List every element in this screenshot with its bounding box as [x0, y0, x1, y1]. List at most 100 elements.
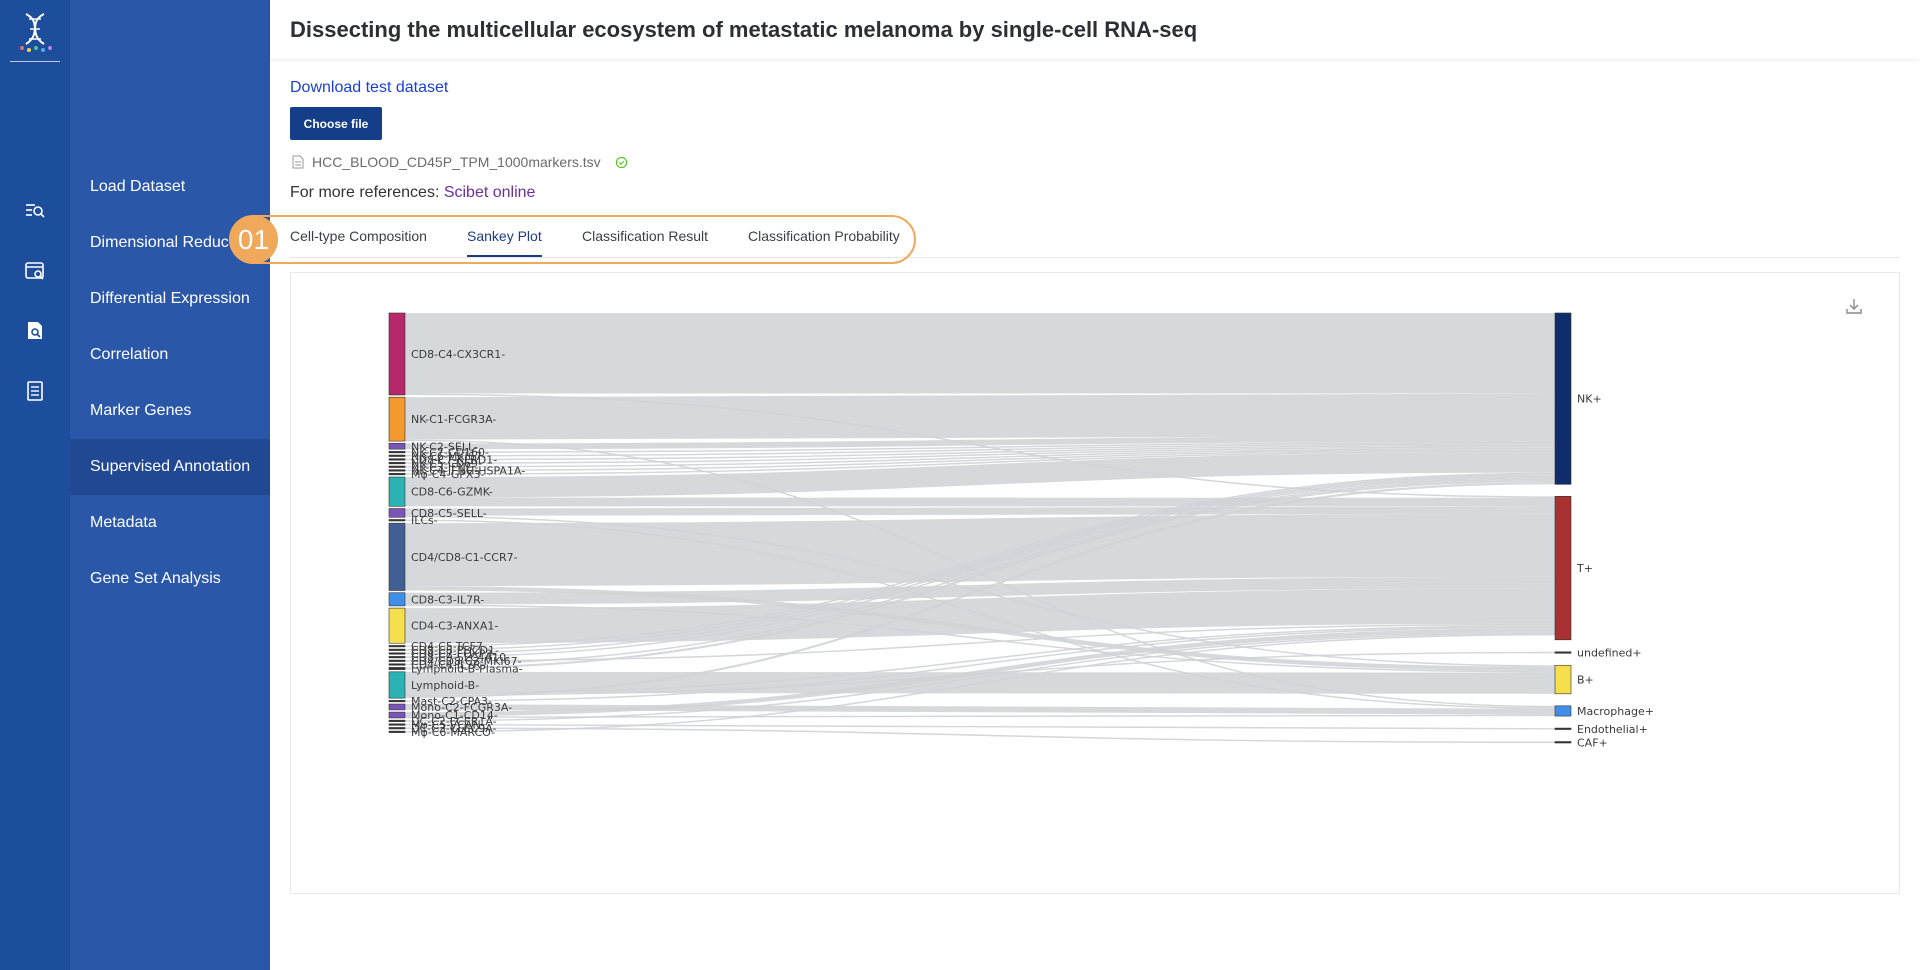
- sankey-node-label-cd8-c4-cx3cr1: CD8-C4-CX3CR1-: [411, 348, 505, 361]
- sankey-link-mono-c1-cd14-to-macrophage: [404, 714, 1556, 718]
- sankey-link-cd4-cd8-c1-ccr7-to-t: [404, 513, 1556, 587]
- sankey-node-cd4-c3-anxa1[interactable]: [388, 607, 406, 644]
- sankey-node-label-b: B+: [1577, 674, 1594, 687]
- search-list-icon[interactable]: [23, 199, 47, 223]
- sankey-node-label-cd4-c3-anxa1: CD4-C3-ANXA1-: [411, 620, 498, 633]
- sankey-node-nk-c6-mki67[interactable]: [388, 454, 406, 457]
- sankey-node-cd8-c7-klrd1[interactable]: [388, 458, 406, 461]
- download-icon[interactable]: [1844, 296, 1864, 316]
- sankey-node-label-caf: CAF+: [1577, 736, 1608, 749]
- sankey-node-label-t: T+: [1576, 562, 1593, 575]
- tab-bar: Cell-type Composition Sankey Plot Classi…: [290, 220, 1900, 258]
- sankey-node-ilcs[interactable]: [388, 519, 406, 522]
- sankey-node-b[interactable]: [1554, 664, 1572, 695]
- sankey-node-nk-c3-ifng[interactable]: [388, 465, 406, 468]
- sankey-node-nk[interactable]: [1554, 312, 1572, 485]
- menu-item-marker-genes[interactable]: Marker Genes: [70, 383, 270, 439]
- sankey-node-label-nk: NK+: [1577, 393, 1602, 406]
- sankey-node-cd4-c5-tcf7[interactable]: [388, 645, 406, 648]
- sankey-node-cd4-cd8-c2-mki67[interactable]: [388, 659, 406, 662]
- sankey-node-dc-c3-clec9a[interactable]: [388, 727, 406, 730]
- tab-sankey-plot[interactable]: Sankey Plot: [467, 228, 542, 244]
- sankey-links: [404, 312, 1556, 744]
- sankey-plot-area: CD8-C4-CX3CR1-NK-C1-FCGR3A-NK-C2-SELL-NK…: [388, 312, 1654, 749]
- sankey-node-label-cd8-c3-il7r: CD8-C3-IL7R-: [411, 593, 484, 606]
- sankey-node-mmf-c4-gpx3[interactable]: [388, 473, 406, 476]
- main-content: Dissecting the multicellular ecosystem o…: [229, 0, 1920, 970]
- tab-classification-probability[interactable]: Classification Probability: [748, 228, 900, 244]
- sankey-link-cd8-c5-sell-to-t: [404, 506, 1556, 516]
- active-tab-indicator: [467, 255, 542, 257]
- sankey-node-cd4-c7-foxp3[interactable]: [388, 652, 406, 655]
- sankey-node-label-lymphoid-b-plasma: Lymphoid-B-Plasma-: [411, 663, 523, 676]
- sankey-target-nodes: NK+ T+ undefined+ B+ Macrophage+ Endothelial+…: [1554, 312, 1654, 749]
- scibet-online-link[interactable]: Scibet online: [444, 184, 536, 201]
- sankey-node-nk-c5-cd69[interactable]: [388, 462, 406, 465]
- sankey-node-label-lymphoid-b: Lymphoid-B-: [411, 679, 479, 692]
- references-line: For more references: Scibet online: [290, 184, 535, 202]
- uploaded-file-name: HCC_BLOOD_CD45P_TPM_1000markers.tsv: [312, 154, 601, 170]
- sankey-node-dc-c2-fcer1a[interactable]: [388, 719, 406, 722]
- sankey-node-caf[interactable]: [1554, 741, 1572, 744]
- references-prefix: For more references:: [290, 184, 444, 201]
- sankey-node-cd8-c4-cx3cr1[interactable]: [388, 312, 406, 396]
- menu-item-correlation[interactable]: Correlation: [70, 327, 270, 383]
- sankey-node-t[interactable]: [1554, 496, 1572, 641]
- sankey-link-cd4-c3-anxa1-to-t: [404, 588, 1556, 644]
- dna-logo-icon[interactable]: [12, 8, 58, 54]
- sankey-chart-card: CD8-C4-CX3CR1- NK-C1-FCGR3A- NK-C2-SELL- NK…: [290, 272, 1900, 894]
- sankey-node-cd4-cd8-c1-ccr7[interactable]: [388, 522, 406, 591]
- menu-item-gene-set-analysis[interactable]: Gene Set Analysis: [70, 551, 270, 607]
- sankey-node-label-cd8-c6-gzmk: CD8-C6-GZMK-: [411, 486, 493, 499]
- sankey-node-cd4-c4-il7r[interactable]: [388, 663, 406, 666]
- document-search-icon[interactable]: [23, 319, 47, 343]
- sankey-node-lymphoid-b-plasma[interactable]: [388, 667, 406, 670]
- page-title: Dissecting the multicellular ecosystem o…: [290, 17, 1198, 42]
- sankey-node-mmf-c6-marco[interactable]: [388, 730, 406, 733]
- sankey-link-dc-c3-clec9a-to-caf: [404, 727, 1556, 744]
- sankey-node-nk-c7-cd160[interactable]: [388, 451, 406, 454]
- menu-item-metadata[interactable]: Metadata: [70, 495, 270, 551]
- menu-item-differential-expression[interactable]: Differential Expression: [70, 271, 270, 327]
- notebook-icon[interactable]: [23, 379, 47, 403]
- choose-file-button[interactable]: Choose file: [290, 107, 382, 140]
- sankey-node-cd8-c6-gzmk[interactable]: [388, 476, 406, 507]
- file-icon: [292, 155, 304, 169]
- sankey-chart: CD8-C4-CX3CR1-NK-C1-FCGR3A-NK-C2-SELL-NK…: [388, 312, 1654, 749]
- sankey-node-nk-c4-ifng-hspa1a[interactable]: [388, 469, 406, 472]
- sankey-node-cd8-c5-sell[interactable]: [388, 508, 406, 518]
- step-badge: 01: [229, 215, 278, 264]
- tab-classification-result[interactable]: Classification Result: [582, 228, 708, 244]
- sankey-node-label-macrophage: Macrophage+: [1577, 705, 1654, 718]
- sankey-node-undefined[interactable]: [1554, 651, 1572, 654]
- menu-item-load-dataset[interactable]: Load Dataset: [70, 159, 270, 215]
- tab-cell-type-composition[interactable]: Cell-type Composition: [290, 228, 427, 244]
- app-root: Load Dataset Dimensional Reduction Diffe…: [0, 0, 1920, 970]
- sankey-node-nk-c1-fcgr3a[interactable]: [388, 396, 406, 442]
- sankey-node-endothelial[interactable]: [1554, 727, 1572, 730]
- sankey-node-label-endothelial: Endothelial+: [1577, 723, 1648, 736]
- sankey-link-nk-c1-fcgr3a-to-nk: [404, 393, 1556, 440]
- sankey-node-label-nk-c1-fcgr3a: NK-C1-FCGR3A-: [411, 413, 496, 426]
- sankey-node-cd8-c9-slc4a10[interactable]: [388, 656, 406, 659]
- download-test-dataset-link[interactable]: Download test dataset: [290, 79, 448, 97]
- sankey-node-label-mmf-c4-gpx3: Mφ-C4-GPX3-: [411, 468, 484, 481]
- side-menu: Load Dataset Dimensional Reduction Diffe…: [70, 0, 270, 970]
- sankey-node-macrophage[interactable]: [1554, 705, 1572, 717]
- window-search-icon[interactable]: [23, 259, 47, 283]
- sankey-node-lymphoid-b[interactable]: [388, 671, 406, 699]
- sankey-node-mono-c2-fcgr3a[interactable]: [388, 703, 406, 711]
- sankey-node-mono-c1-cd14[interactable]: [388, 711, 406, 719]
- uploaded-file-row: HCC_BLOOD_CD45P_TPM_1000markers.tsv: [292, 153, 628, 171]
- sankey-node-mmf-c5-vcan[interactable]: [388, 723, 406, 726]
- sankey-node-cd8-c3-il7r[interactable]: [388, 592, 406, 607]
- icon-rail: [0, 0, 70, 970]
- sankey-node-label-undefined: undefined+: [1577, 647, 1642, 660]
- sankey-node-label-cd4-cd8-c1-ccr7: CD4/CD8-C1-CCR7-: [411, 551, 518, 564]
- sankey-node-cd8-c8-pdcd1[interactable]: [388, 648, 406, 651]
- page-header: Dissecting the multicellular ecosystem o…: [270, 0, 1920, 59]
- sankey-node-nk-c2-sell[interactable]: [388, 443, 406, 450]
- sankey-node-label-mmf-c6-marco: Mφ-C6-MARCO-: [411, 726, 495, 739]
- sankey-node-mast-c2-cpa3[interactable]: [388, 700, 406, 703]
- menu-item-supervised-annotation[interactable]: Supervised Annotation: [70, 439, 270, 495]
